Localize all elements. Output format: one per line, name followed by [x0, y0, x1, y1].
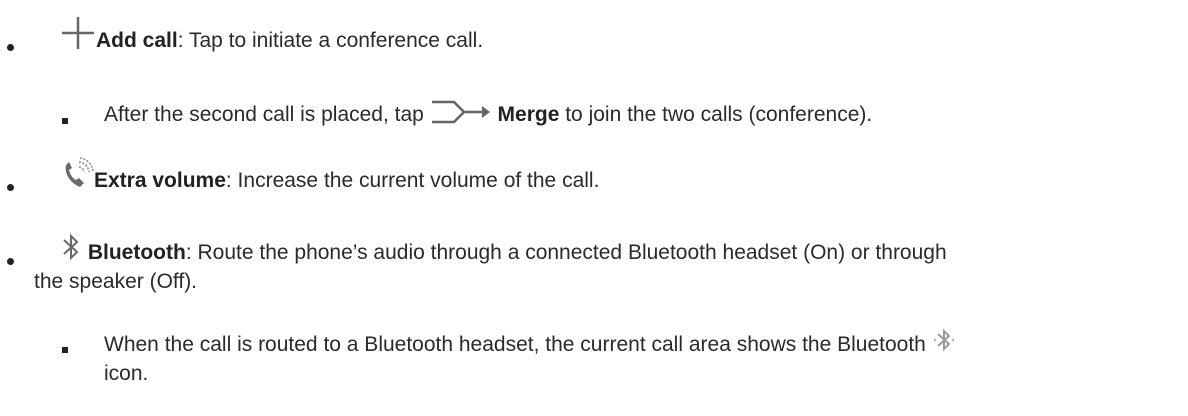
- item-text-continued: the speaker (Off).: [34, 270, 198, 293]
- square-bullet: [62, 118, 68, 124]
- bluetooth-icon: [63, 234, 79, 261]
- bullet: [7, 44, 14, 51]
- merge-icon: [431, 101, 490, 124]
- item-text: : Increase the current volume of the cal…: [225, 169, 600, 192]
- item-title: Add call: [96, 29, 178, 52]
- item-pre-text: After the second call is placed, tap: [104, 103, 430, 126]
- item-text: to join the two calls (conference).: [559, 103, 873, 126]
- item-text: When the call is routed to a Bluetooth h…: [104, 333, 926, 356]
- item-title: Bluetooth: [87, 241, 186, 264]
- item-title: Merge: [497, 103, 560, 126]
- plus-icon: [62, 17, 94, 50]
- bullet: [7, 184, 14, 191]
- item-text: : Tap to initiate a conference call.: [177, 29, 484, 52]
- extra-volume-icon: [65, 157, 94, 188]
- item-text: : Route the phone’s audio through a conn…: [185, 241, 947, 264]
- item-text-continued: icon.: [104, 362, 149, 385]
- bluetooth-active-icon: [933, 329, 954, 352]
- item-title: Extra volume: [94, 169, 226, 192]
- square-bullet: [62, 347, 68, 353]
- bullet: [7, 258, 14, 265]
